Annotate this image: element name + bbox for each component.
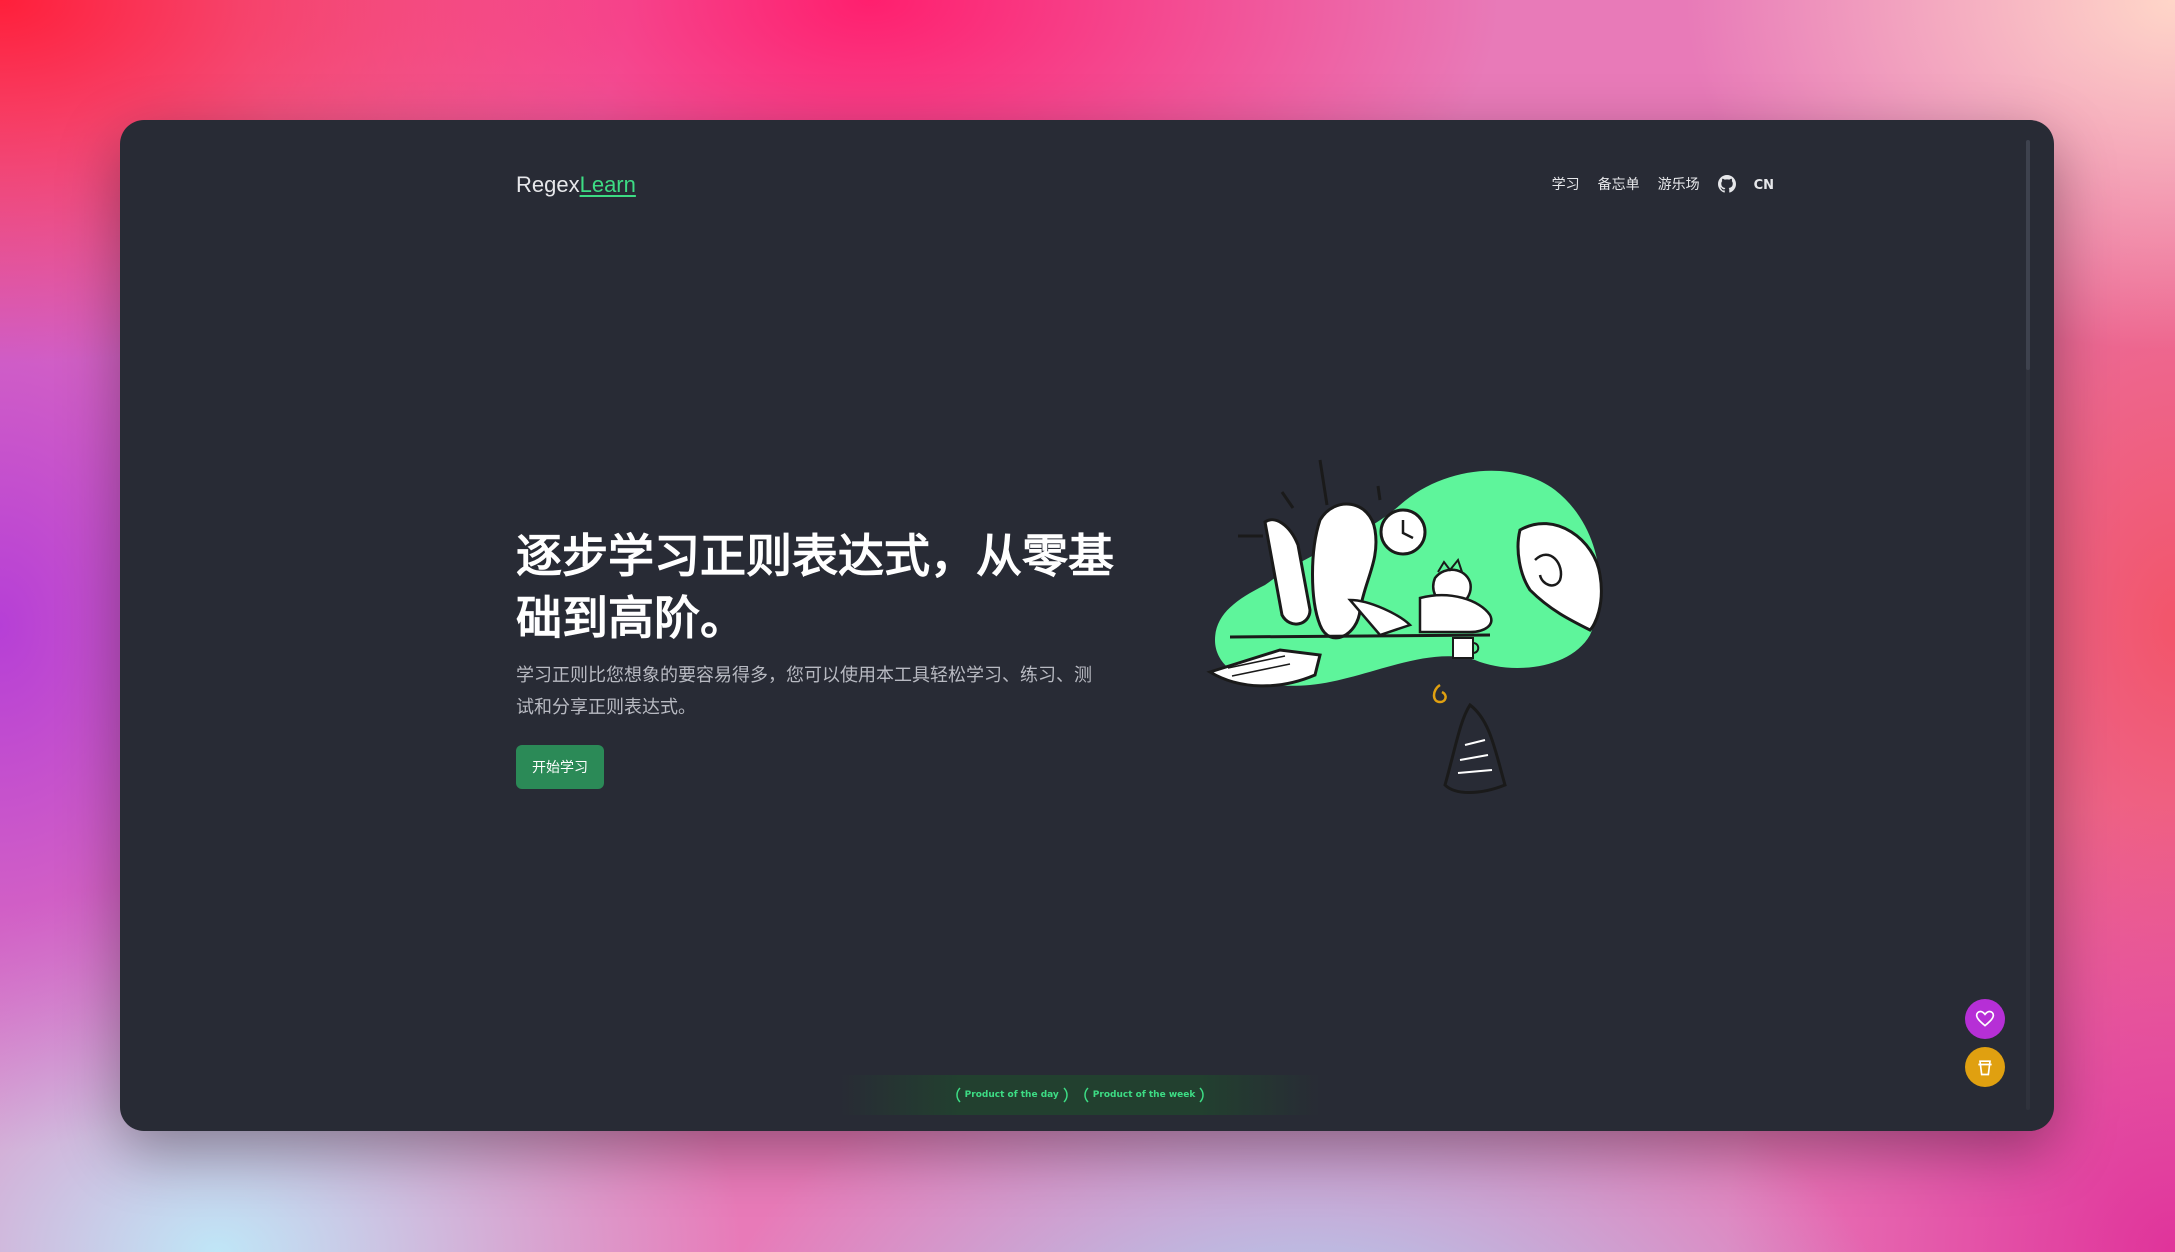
scrollbar-thumb[interactable] xyxy=(2026,140,2030,370)
coffee-cup-icon xyxy=(1978,1060,1992,1076)
buy-coffee-button[interactable] xyxy=(1965,1047,2005,1087)
nav-links: 学习 备忘单 游乐场 CN xyxy=(1552,174,1774,194)
language-switcher[interactable]: CN xyxy=(1754,178,1774,193)
badge-product-of-the-day[interactable]: Product of the day xyxy=(955,1087,1069,1103)
laurel-left-icon xyxy=(955,1087,961,1103)
nav-learn-link[interactable]: 学习 xyxy=(1552,174,1580,194)
sponsor-button[interactable] xyxy=(1965,999,2005,1039)
top-nav: RegexLearn 学习 备忘单 游乐场 CN xyxy=(516,172,1774,212)
app-window: RegexLearn 学习 备忘单 游乐场 CN 逐步学习正则表达式，从零基础到… xyxy=(120,120,2054,1131)
logo[interactable]: RegexLearn xyxy=(516,172,636,198)
hero-title: 逐步学习正则表达式，从零基础到高阶。 xyxy=(516,529,1114,645)
logo-prefix: Regex xyxy=(516,172,580,197)
logo-accent: Learn xyxy=(579,172,636,197)
laurel-right-icon xyxy=(1063,1087,1068,1103)
laurel-right-icon xyxy=(1199,1087,1205,1103)
badge-week-label: Product of the week xyxy=(1092,1090,1196,1100)
nav-playground-link[interactable]: 游乐场 xyxy=(1658,174,1700,194)
hero-description: 学习正则比您想象的要容易得多，您可以使用本工具轻松学习、练习、测试和分享正则表达… xyxy=(516,665,1092,718)
hero-illustration xyxy=(1206,459,1603,794)
heart-icon xyxy=(1975,1010,1995,1027)
github-icon[interactable] xyxy=(1717,175,1736,193)
badge-product-of-the-week[interactable]: Product of the week xyxy=(1083,1087,1206,1103)
laurel-left-icon xyxy=(1084,1087,1089,1103)
scrollbar[interactable] xyxy=(2026,140,2030,1110)
nav-cheatsheet-link[interactable]: 备忘单 xyxy=(1598,174,1640,194)
product-hunt-badges: Product of the day Product of the week xyxy=(840,1075,1320,1115)
badge-day-label: Product of the day xyxy=(964,1090,1059,1100)
start-learning-button[interactable]: 开始学习 xyxy=(516,745,604,789)
